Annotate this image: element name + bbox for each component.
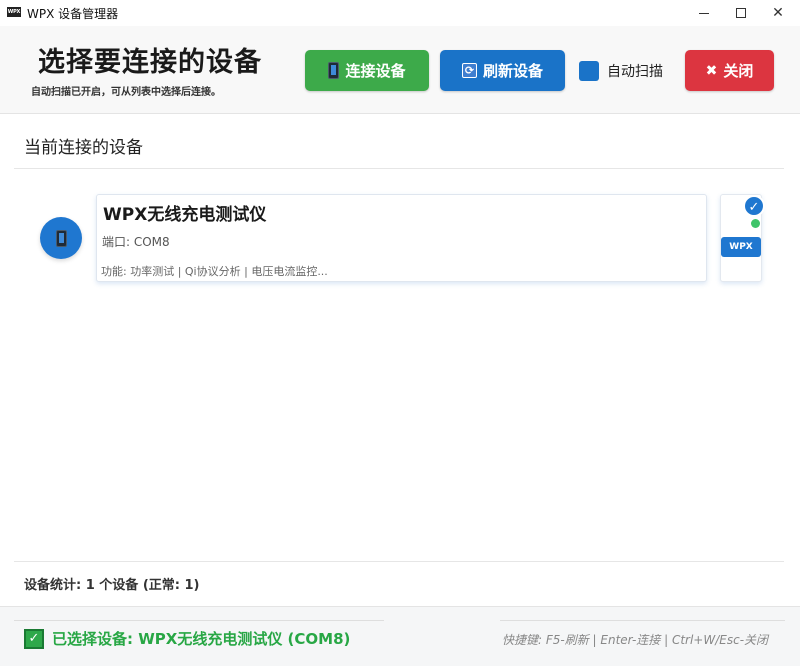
- refresh-icon: ⟳: [461, 63, 477, 78]
- device-stats: 设备统计: 1 个设备 (正常: 1): [24, 578, 200, 593]
- section-title: 当前连接的设备: [24, 138, 143, 158]
- header: 选择要连接的设备 自动扫描已开启，可从列表中选择后连接。 连接设备 ⟳ 刷新设备…: [0, 26, 800, 114]
- close-button-label: 关闭: [723, 62, 754, 80]
- selected-device-status: ✓ 已选择设备: WPX无线充电测试仪 (COM8): [24, 628, 350, 649]
- device-phone-icon: [55, 229, 67, 247]
- stats-divider: [14, 561, 784, 562]
- x-icon: ✖: [705, 62, 718, 79]
- selected-check-icon: ✓: [743, 195, 765, 217]
- selected-device-text: 已选择设备: WPX无线充电测试仪 (COM8): [52, 630, 351, 648]
- phone-icon: [328, 62, 340, 79]
- maximize-button[interactable]: [723, 0, 759, 26]
- footer: ✓ 已选择设备: WPX无线充电测试仪 (COM8) 快捷键: F5-刷新 | …: [0, 606, 800, 666]
- keyboard-shortcuts: 快捷键: F5-刷新 | Enter-连接 | Ctrl+W/Esc-关闭: [502, 633, 769, 647]
- page-subtitle: 自动扫描已开启，可从列表中选择后连接。: [31, 87, 221, 98]
- footer-divider-left: [14, 620, 384, 621]
- maximize-icon: [736, 8, 746, 18]
- auto-scan-checkbox[interactable]: [579, 61, 599, 81]
- app-icon: WPX: [7, 7, 21, 17]
- connect-device-label: 连接设备: [345, 62, 406, 80]
- title-bar: WPX WPX 设备管理器 ✕: [0, 0, 800, 26]
- device-avatar: [40, 217, 82, 259]
- refresh-devices-label: 刷新设备: [482, 62, 543, 80]
- section-divider: [14, 168, 784, 169]
- checkmark-icon: ✓: [24, 628, 44, 649]
- device-features: 功能: 功率测试 | Qi协议分析 | 电压电流监控...: [101, 265, 328, 278]
- page-title: 选择要连接的设备: [38, 47, 262, 78]
- device-port: 端口: COM8: [102, 235, 170, 249]
- close-icon: ✕: [772, 5, 784, 21]
- auto-scan-toggle[interactable]: 自动扫描: [579, 61, 663, 81]
- online-status-dot: [751, 219, 760, 228]
- window-close-button[interactable]: ✕: [760, 0, 796, 26]
- device-type-tag: WPX: [721, 237, 761, 257]
- auto-scan-label: 自动扫描: [607, 64, 663, 80]
- refresh-devices-button[interactable]: ⟳ 刷新设备: [440, 50, 565, 91]
- device-name: WPX无线充电测试仪: [103, 205, 267, 225]
- minimize-button[interactable]: [686, 0, 722, 26]
- connect-device-button[interactable]: 连接设备: [305, 50, 429, 91]
- footer-divider-right: [500, 620, 785, 621]
- window-title: WPX 设备管理器: [27, 7, 119, 21]
- device-card[interactable]: WPX无线充电测试仪 端口: COM8 功能: 功率测试 | Qi协议分析 | …: [96, 194, 707, 282]
- close-button[interactable]: ✖ 关闭: [685, 50, 774, 91]
- minimize-icon: [699, 12, 709, 14]
